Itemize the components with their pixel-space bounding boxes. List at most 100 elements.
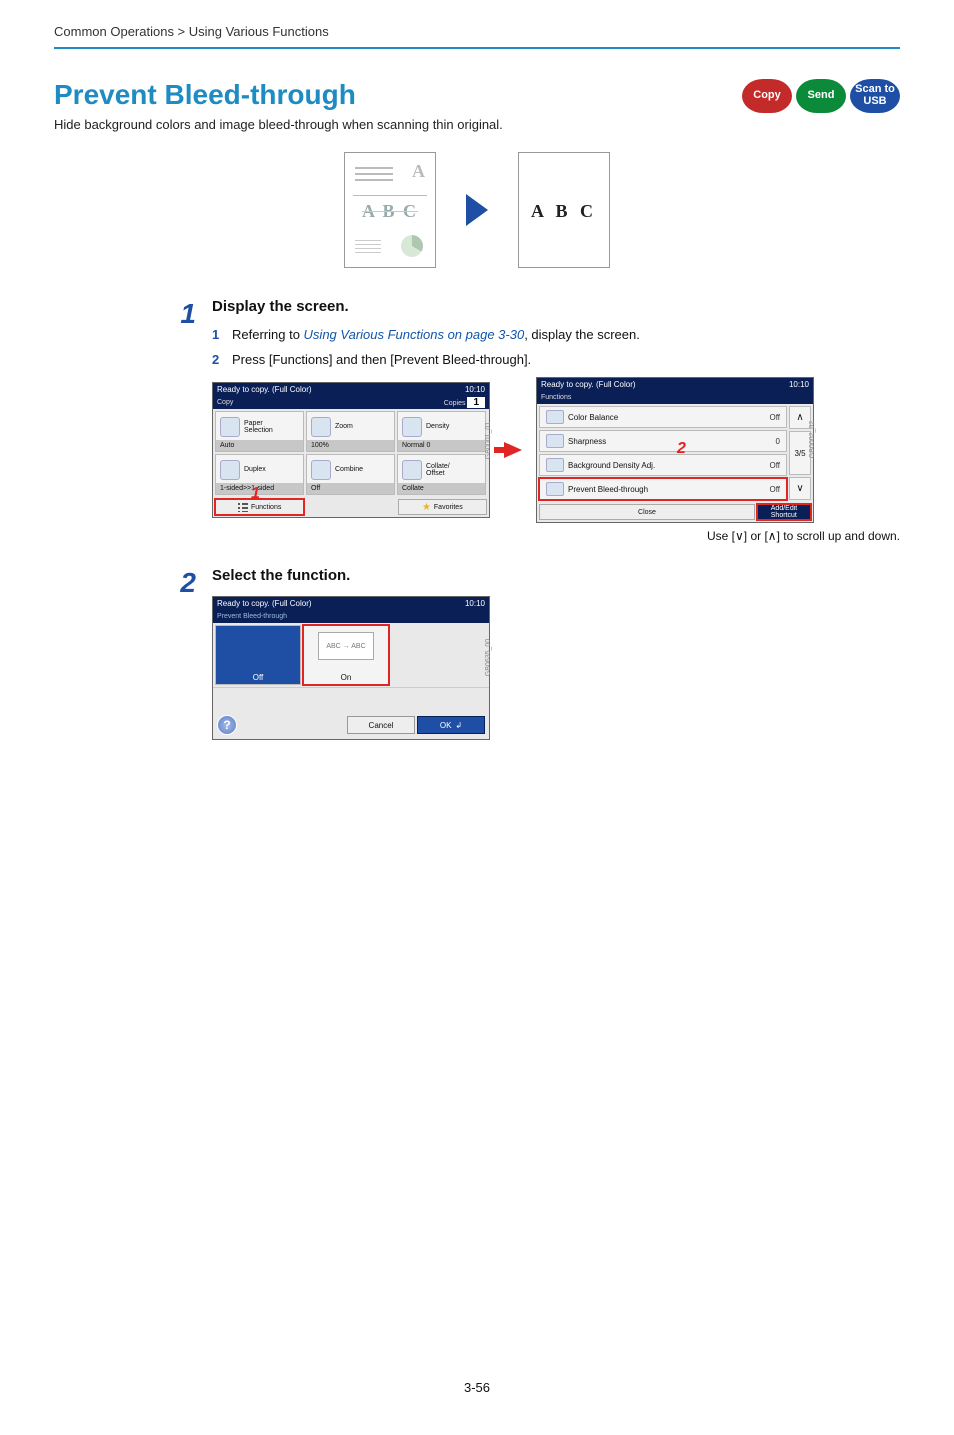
func-value: Off: [769, 461, 780, 470]
chevron-up-icon: ∧: [796, 412, 803, 423]
step-1-sub-1-link[interactable]: Using Various Functions on page 3-30: [304, 327, 525, 342]
ok-label: OK: [440, 721, 452, 730]
mode-copy-badge: Copy: [742, 79, 792, 113]
add-edit-shortcut-button[interactable]: Add/Edit Shortcut: [757, 504, 811, 520]
step-1-heading: Display the screen.: [212, 298, 900, 315]
option-on[interactable]: ABC → ABC On: [303, 625, 389, 685]
panel-strip: [213, 687, 489, 711]
illustration-after: A B C: [518, 152, 610, 268]
ok-button[interactable]: OK ↲: [417, 716, 485, 734]
cancel-button[interactable]: Cancel: [347, 716, 415, 734]
scroll-down-button[interactable]: ∨: [789, 477, 811, 500]
copy-subtab: Copy: [217, 397, 233, 409]
tile-label: Paper Selection: [244, 420, 273, 435]
func-label: Sharpness: [568, 437, 776, 446]
zoom-icon: [311, 417, 331, 437]
tile-value: 100%: [307, 440, 394, 451]
step-2-number: 2: [172, 567, 196, 740]
functions-screen-panel: Ready to copy. (Full Color) 10:10 Functi…: [536, 377, 814, 523]
color-balance-icon: [546, 410, 564, 424]
tile-value: Off: [307, 483, 394, 494]
option-on-label: On: [341, 671, 352, 684]
arrow-icon: [466, 194, 488, 226]
step-1-sub-1-number: 1: [212, 327, 224, 342]
callout-1: 1: [251, 485, 260, 503]
panel-code: GB0002_02: [809, 420, 816, 457]
panel-code: GB0635_00: [485, 639, 492, 676]
collate-icon: [402, 460, 422, 480]
prevent-status: Ready to copy. (Full Color): [217, 597, 312, 611]
tile-label: Zoom: [335, 423, 353, 430]
tile-value: Collate: [398, 483, 485, 494]
step-1-sub-1-post: , display the screen.: [524, 327, 640, 342]
copy-status: Ready to copy. (Full Color): [217, 383, 312, 397]
illustration-after-text: A B C: [519, 201, 609, 222]
func-value: Off: [769, 485, 780, 494]
help-button[interactable]: ?: [217, 715, 237, 735]
func-row-prevent-bleedthrough[interactable]: Prevent Bleed-through Off: [539, 478, 787, 500]
header-divider: [54, 47, 900, 49]
func-row-background-density[interactable]: Background Density Adj. Off: [539, 454, 787, 476]
step-1-sub-1-text: Referring to Using Various Functions on …: [232, 327, 640, 342]
copies-value[interactable]: 1: [467, 397, 485, 408]
copies-label: Copies: [444, 400, 466, 407]
prevent-time: 10:10: [465, 597, 485, 611]
enter-icon: ↲: [455, 721, 462, 730]
breadcrumb: Common Operations > Using Various Functi…: [54, 24, 900, 39]
callout-2: 2: [677, 440, 686, 458]
func-value: 0: [776, 437, 780, 446]
func-status: Ready to copy. (Full Color): [541, 378, 636, 392]
bg-density-icon: [546, 458, 564, 472]
mode-send-badge: Send: [796, 79, 846, 113]
tile-density[interactable]: Density Normal 0: [397, 411, 486, 452]
list-icon: [238, 502, 248, 512]
chevron-down-icon: ∨: [796, 483, 803, 494]
scroll-note: Use [∨] or [∧] to scroll up and down.: [552, 529, 900, 543]
tile-paper-selection[interactable]: Paper Selection Auto: [215, 411, 304, 452]
bleedthrough-icon: [546, 482, 564, 496]
copy-screen-panel: Ready to copy. (Full Color) 10:10 Copy C…: [212, 382, 490, 518]
scroll-note-mid: ] or [: [744, 529, 768, 543]
func-label: Color Balance: [568, 413, 769, 422]
option-off[interactable]: Off: [215, 625, 301, 685]
tile-label: Combine: [335, 466, 363, 473]
func-row-sharpness[interactable]: Sharpness 0: [539, 430, 787, 452]
density-icon: [402, 417, 422, 437]
paper-icon: [220, 417, 240, 437]
illustration-before-text: A B C: [345, 201, 435, 222]
sharpness-icon: [546, 434, 564, 448]
func-subtab: Functions: [541, 392, 571, 404]
tile-label: Density: [426, 423, 449, 430]
page-subtitle: Hide background colors and image bleed-t…: [54, 117, 503, 132]
illustration-before: A A B C: [344, 152, 436, 268]
func-time: 10:10: [789, 378, 809, 392]
favorites-label: Favorites: [434, 504, 463, 511]
func-value: Off: [769, 413, 780, 422]
prevent-subtab: Prevent Bleed-through: [217, 611, 287, 623]
page-number: 3-56: [54, 1380, 900, 1395]
func-row-color-balance[interactable]: Color Balance Off: [539, 406, 787, 428]
tile-value: Normal 0: [398, 440, 485, 451]
chevron-up-icon: ∧: [768, 529, 777, 543]
prevent-bleedthrough-panel: Ready to copy. (Full Color) 10:10 Preven…: [212, 596, 490, 740]
tile-zoom[interactable]: Zoom 100%: [306, 411, 395, 452]
star-icon: ★: [422, 502, 431, 513]
step-1-sub-1-pre: Referring to: [232, 327, 304, 342]
scroll-up-button[interactable]: ∧: [789, 406, 811, 429]
step-1-sub-2-number: 2: [212, 352, 224, 367]
mode-buttons: Copy Send Scan to USB: [742, 79, 900, 113]
scroll-note-pre: Use [: [707, 529, 735, 543]
func-label: Background Density Adj.: [568, 461, 769, 470]
pie-icon: [401, 235, 423, 257]
tile-combine[interactable]: Combine Off: [306, 454, 395, 495]
tile-collate-offset[interactable]: Collate/ Offset Collate: [397, 454, 486, 495]
page-title: Prevent Bleed-through: [54, 79, 503, 111]
tile-label: Duplex: [244, 466, 266, 473]
close-button[interactable]: Close: [539, 504, 755, 520]
chevron-down-icon: ∨: [735, 529, 744, 543]
favorites-button[interactable]: ★Favorites: [398, 499, 487, 515]
mode-scan-to-usb-badge: Scan to USB: [850, 79, 900, 113]
functions-label: Functions: [251, 504, 281, 511]
combine-icon: [311, 460, 331, 480]
func-label: Prevent Bleed-through: [568, 485, 769, 494]
